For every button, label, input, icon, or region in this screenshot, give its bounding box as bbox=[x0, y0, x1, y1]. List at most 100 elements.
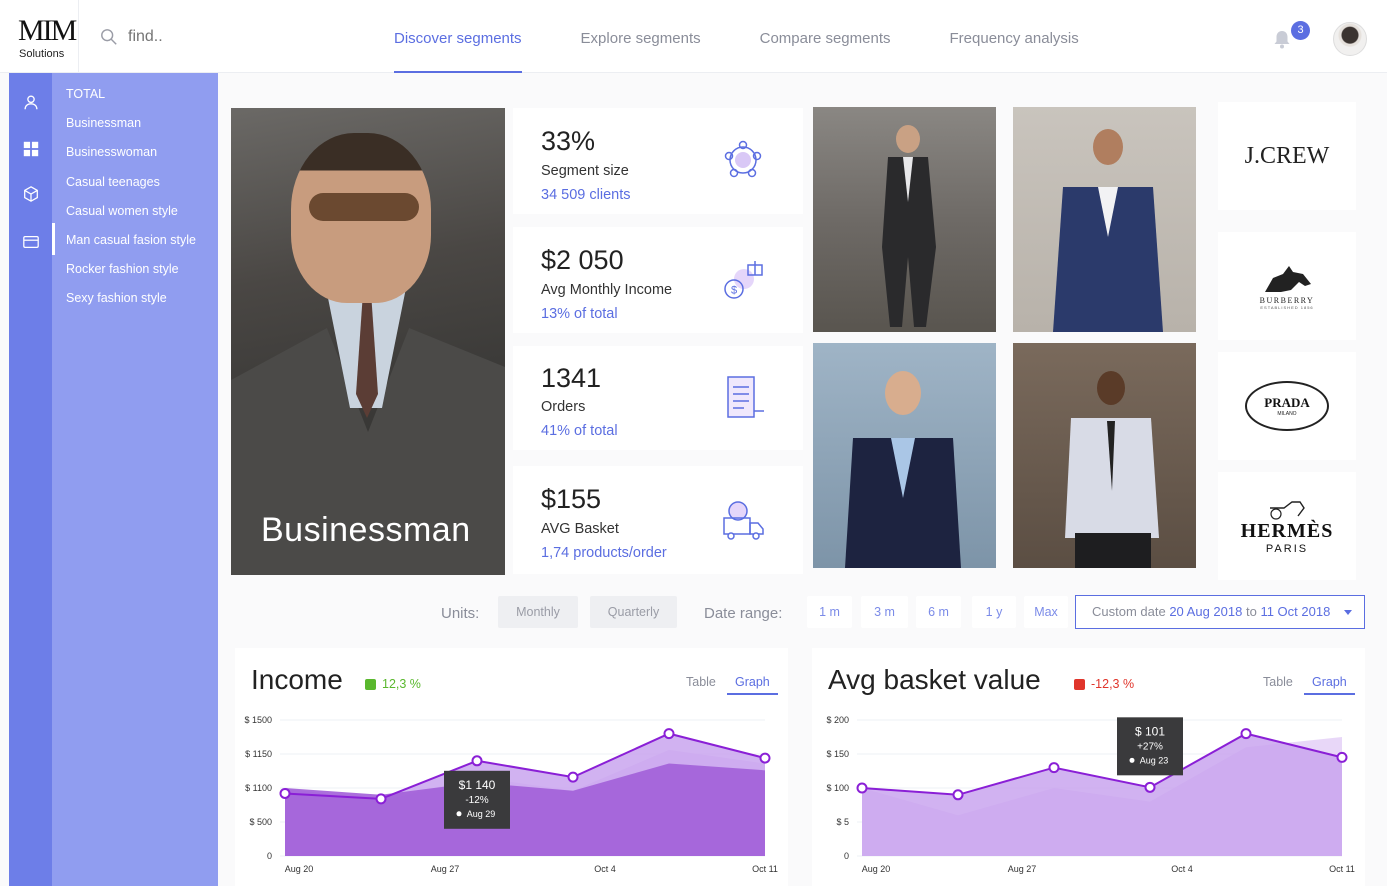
brand-logo[interactable]: MIM Solutions bbox=[0, 0, 79, 73]
y-tick-label: $ 1100 bbox=[245, 783, 272, 793]
trend-up-icon bbox=[365, 678, 376, 690]
custom-date-dropdown[interactable]: Custom date 20 Aug 2018 to 11 Oct 2018 bbox=[1075, 595, 1365, 629]
tooltip-value: $ 101 bbox=[1135, 724, 1165, 738]
logo-subtitle: Solutions bbox=[19, 48, 65, 60]
basket-delta-value: -12,3 % bbox=[1091, 677, 1135, 691]
kpi-label: AVG Basket bbox=[541, 521, 619, 537]
hero-title: Businessman bbox=[261, 511, 471, 549]
order-list-icon bbox=[727, 376, 764, 418]
kpi-label: Avg Monthly Income bbox=[541, 282, 673, 298]
brand-hermes[interactable]: HERMÈS PARIS bbox=[1218, 472, 1356, 580]
sidebar-item-businessman[interactable]: Businessman bbox=[66, 116, 141, 130]
sidebar-item-total[interactable]: TOTAL bbox=[66, 87, 105, 101]
data-point bbox=[567, 771, 579, 783]
card-icon bbox=[22, 235, 39, 249]
basket-table-toggle[interactable]: Table bbox=[1263, 675, 1293, 689]
data-point bbox=[663, 728, 675, 740]
kpi-value: $2 050 bbox=[541, 245, 624, 275]
person-silhouette-icon bbox=[882, 125, 936, 327]
kpi-avg-income: $2 050 Avg Monthly Income 13% of total $ bbox=[513, 227, 803, 333]
rail-payments[interactable] bbox=[9, 223, 52, 261]
sidebar-item-man-casual[interactable]: Man casual fasion style bbox=[66, 233, 196, 247]
x-tick-label: Aug 20 bbox=[285, 864, 314, 874]
data-point bbox=[759, 752, 771, 764]
chevron-down-icon bbox=[1344, 610, 1352, 615]
brand-sub: MILANO bbox=[1277, 411, 1297, 417]
tooltip-value: $1 140 bbox=[459, 778, 496, 792]
cube-icon bbox=[23, 186, 38, 202]
y-tick-label: $ 1150 bbox=[245, 749, 272, 759]
delivery-truck-icon bbox=[723, 501, 764, 540]
kpi-label: Segment size bbox=[541, 163, 629, 179]
range-1m-button[interactable]: 1 m bbox=[807, 596, 852, 628]
income-table-toggle[interactable]: Table bbox=[686, 675, 716, 689]
income-title: Income bbox=[251, 664, 343, 695]
data-point bbox=[952, 789, 964, 801]
sidebar-item-rocker[interactable]: Rocker fashion style bbox=[66, 262, 179, 276]
prada-oval-logo: PRADA MILANO bbox=[1245, 381, 1329, 431]
basket-delta: -12,3 % bbox=[1074, 677, 1134, 691]
segment-hero-image: Businessman bbox=[231, 108, 505, 575]
bell-icon[interactable] bbox=[1271, 28, 1293, 50]
brand-prada[interactable]: PRADA MILANO bbox=[1218, 352, 1356, 460]
range-1y-button[interactable]: 1 y bbox=[972, 596, 1016, 628]
tooltip-date: Aug 29 bbox=[467, 809, 496, 819]
icon-rail bbox=[9, 73, 52, 886]
person-silhouette-icon bbox=[845, 371, 961, 568]
data-point bbox=[471, 755, 483, 767]
tab-explore-segments[interactable]: Explore segments bbox=[581, 0, 701, 73]
kpi-value: $155 bbox=[541, 484, 602, 514]
custom-date-prefix: Custom date bbox=[1092, 604, 1166, 619]
rail-products[interactable] bbox=[9, 175, 52, 213]
hero-glasses bbox=[309, 193, 419, 221]
kpi-sub: 13% of total bbox=[541, 306, 618, 322]
filter-bar: Units: Monthly Quarterly Date range: 1 m… bbox=[0, 595, 1387, 631]
grid-icon bbox=[23, 141, 38, 157]
kpi-orders: 1341 Orders 41% of total bbox=[513, 346, 803, 450]
brand-name: J.CREW bbox=[1244, 142, 1330, 169]
y-tick-label: $ 100 bbox=[826, 783, 849, 793]
tab-compare-segments[interactable]: Compare segments bbox=[760, 0, 891, 73]
kpi-sub: 34 509 clients bbox=[541, 187, 631, 203]
sidebar-item-businesswoman[interactable]: Businesswoman bbox=[66, 145, 157, 159]
search-box bbox=[100, 28, 288, 46]
tooltip-change: +27% bbox=[1137, 741, 1163, 752]
brand-name: PRADA bbox=[1264, 395, 1310, 410]
search-input[interactable] bbox=[128, 28, 288, 46]
y-tick-label: 0 bbox=[844, 851, 849, 861]
sidebar-item-casual-women[interactable]: Casual women style bbox=[66, 204, 178, 218]
basket-chart[interactable]: $ 200 $ 150 $ 100 $ 5 0 Aug 20 Aug 27 Oct 4 Oct … bbox=[812, 708, 1365, 886]
tooltip-dot bbox=[1129, 757, 1135, 763]
date-range-label: Date range: bbox=[704, 605, 783, 622]
income-chart[interactable]: $ 1500 $ 1150 $ 1100 $ 500 0 Aug 20 Aug 27 Oct … bbox=[235, 708, 788, 886]
kpi-label: Orders bbox=[541, 399, 586, 415]
data-point bbox=[375, 793, 387, 805]
y-tick-label: $ 500 bbox=[249, 817, 272, 827]
y-tick-label: 0 bbox=[267, 851, 272, 861]
tab-discover-segments[interactable]: Discover segments bbox=[394, 0, 522, 73]
sidebar-item-sexy[interactable]: Sexy fashion style bbox=[66, 291, 167, 305]
x-tick-label: Aug 27 bbox=[1008, 864, 1037, 874]
basket-graph-toggle[interactable]: Graph bbox=[1304, 675, 1355, 695]
knight-logo-icon bbox=[1265, 266, 1311, 292]
rail-dashboard[interactable] bbox=[9, 130, 52, 168]
range-3m-button[interactable]: 3 m bbox=[861, 596, 908, 628]
sidebar-item-casual-teenages[interactable]: Casual teenages bbox=[66, 175, 160, 189]
tab-frequency-analysis[interactable]: Frequency analysis bbox=[950, 0, 1079, 73]
data-point bbox=[1240, 728, 1252, 740]
units-quarterly-button[interactable]: Quarterly bbox=[590, 596, 677, 628]
kpi-sub: 1,74 products/order bbox=[541, 545, 667, 561]
y-tick-label: $ 150 bbox=[826, 749, 849, 759]
search-icon[interactable] bbox=[100, 28, 118, 46]
range-max-button[interactable]: Max bbox=[1024, 596, 1068, 628]
units-monthly-button[interactable]: Monthly bbox=[498, 596, 578, 628]
brand-jcrew[interactable]: J.CREW bbox=[1218, 102, 1356, 210]
avatar[interactable] bbox=[1333, 22, 1367, 56]
notification-badge: 3 bbox=[1291, 21, 1310, 40]
range-6m-button[interactable]: 6 m bbox=[916, 596, 961, 628]
segment-sidebar: TOTAL Businessman Businesswoman Casual t… bbox=[52, 73, 218, 886]
income-graph-toggle[interactable]: Graph bbox=[727, 675, 778, 695]
brand-burberry[interactable]: BURBERRY ESTABLISHED 1856 bbox=[1218, 232, 1356, 340]
data-point bbox=[279, 787, 291, 799]
rail-users[interactable] bbox=[9, 83, 52, 121]
